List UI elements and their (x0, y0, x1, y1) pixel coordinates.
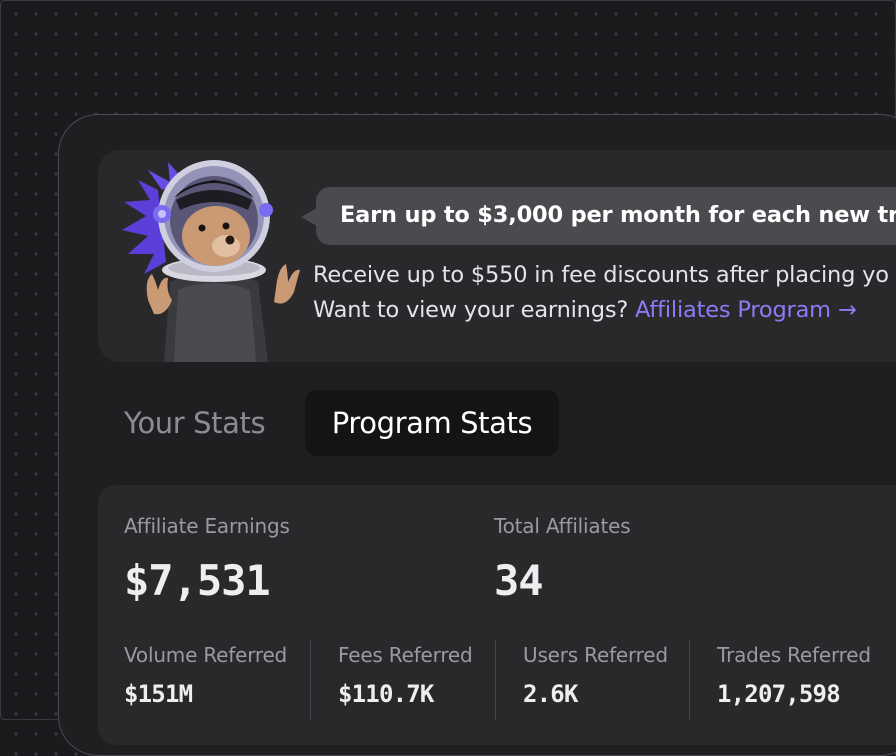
headline-speech-bubble: Earn up to $3,000 per month for each new… (301, 187, 896, 245)
total-affiliates-label: Total Affiliates (494, 514, 631, 538)
total-affiliates-value: 34 (494, 556, 544, 605)
fees-referred-value: $110.7K (338, 680, 434, 708)
affiliates-program-link[interactable]: Affiliates Program → (635, 297, 857, 323)
trades-referred-value: 1,207,598 (717, 680, 841, 708)
volume-referred-label: Volume Referred (124, 643, 288, 667)
banner-earnings-line: Want to view your earnings? Affiliates P… (313, 297, 857, 323)
tab-your-stats[interactable]: Your Stats (124, 390, 266, 456)
astronaut-mascot-illustration (122, 160, 300, 362)
affiliate-earnings-label: Affiliate Earnings (124, 514, 290, 538)
stat-divider (310, 640, 311, 720)
tab-program-stats[interactable]: Program Stats (305, 390, 559, 456)
earnings-prompt: Want to view your earnings? (313, 297, 636, 323)
users-referred-label: Users Referred (523, 643, 668, 667)
stat-divider (495, 640, 496, 720)
fees-referred-label: Fees Referred (338, 643, 473, 667)
volume-referred-value: $151M (124, 680, 193, 708)
affiliate-earnings-value: $7,531 (124, 556, 271, 605)
stat-divider (689, 640, 690, 720)
banner-headline: Earn up to $3,000 per month for each new… (340, 202, 896, 228)
banner-description: Receive up to $550 in fee discounts afte… (313, 262, 889, 288)
users-referred-value: 2.6K (523, 680, 578, 708)
trades-referred-label: Trades Referred (717, 643, 871, 667)
